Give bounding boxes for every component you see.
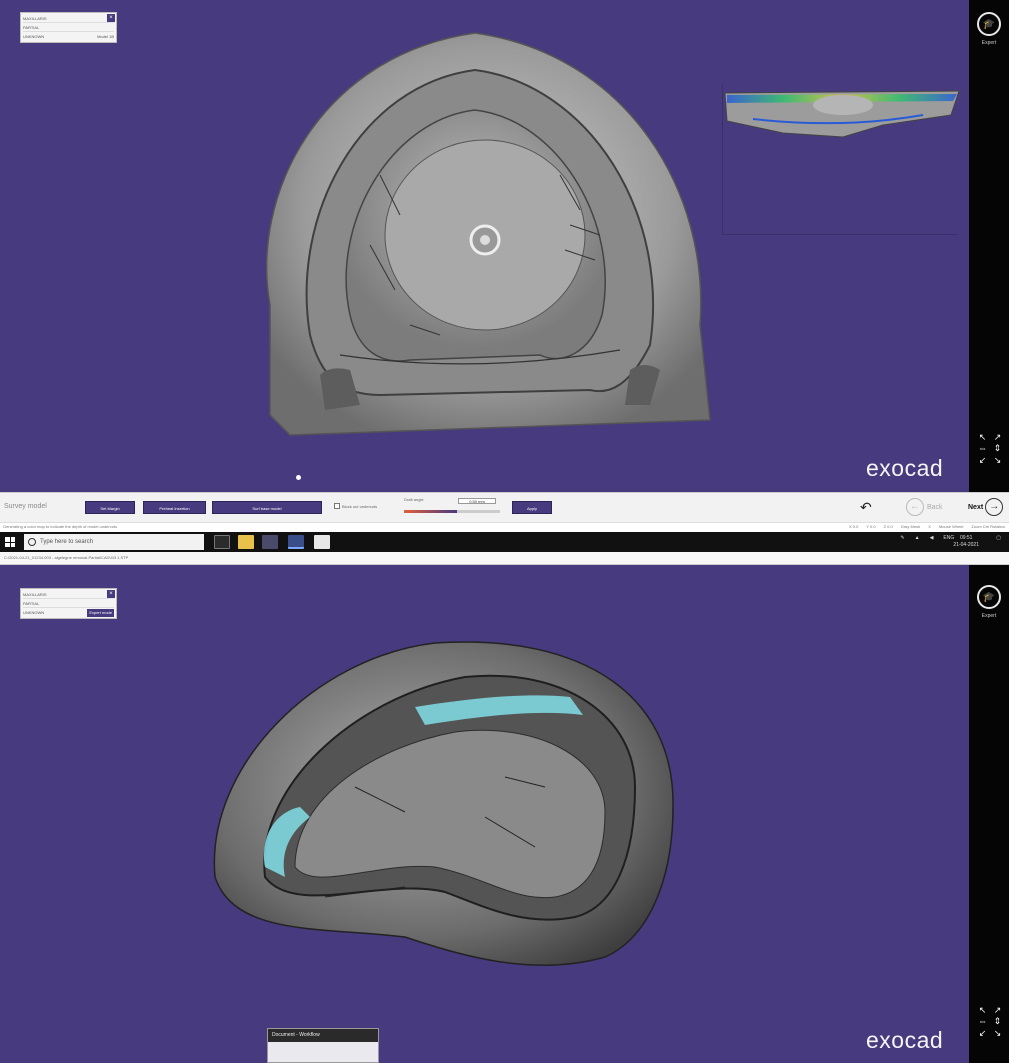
- cursor-dot: [296, 475, 301, 480]
- windows-start-icon[interactable]: [5, 537, 15, 547]
- system-tray: ✎ ▲ ◀ ENG ▢: [900, 535, 1001, 541]
- step-label: Survey model: [4, 503, 47, 510]
- exocad-taskbar-icon[interactable]: [288, 535, 304, 549]
- draft-angle-control[interactable]: Draft angle 0.50 mm: [404, 497, 500, 519]
- back-button[interactable]: ← Back: [906, 498, 943, 516]
- status-indicators: X 0.0 Y 0.0 Z 0.0 Gray Mesh X Mouse Whee…: [849, 524, 1005, 529]
- arrow-right-icon: ⇕: [993, 1016, 1002, 1027]
- info-row-2: PARTIAL: [23, 599, 114, 608]
- draft-angle-value[interactable]: 0.50 mm: [458, 498, 496, 504]
- info-row-3: UNKNOWN Model 1B: [23, 34, 114, 39]
- block-out-undercuts-checkbox[interactable]: Block out undercuts: [334, 503, 377, 509]
- back-arrow-icon: ←: [906, 498, 924, 516]
- network-icon[interactable]: ▲: [915, 535, 920, 541]
- file-explorer-icon[interactable]: [238, 535, 254, 549]
- preheat-insertion-button[interactable]: Preheat insertion: [143, 501, 206, 514]
- info-row-2: PARTIAL: [23, 23, 114, 32]
- arrow-left-icon: ⇔: [978, 1016, 987, 1027]
- apply-button[interactable]: Apply: [512, 501, 552, 514]
- document-icon[interactable]: [314, 535, 330, 549]
- right-rail-top: 🎓 Expert ↖ ↗ ⇔ ⇕ ↙ ↘: [969, 0, 1009, 492]
- checkbox-label: Block out undercuts: [342, 503, 378, 509]
- clock-date: 21-04-2021: [953, 542, 979, 548]
- info-row-1: MAXILLARIS: [23, 14, 114, 23]
- arrow-down-left-icon: ↙: [978, 1027, 987, 1038]
- file-path: C:\2021-04-21_01234-003 - algelegne remo…: [4, 555, 129, 560]
- scan-info-panel-top: × MAXILLARIS PARTIAL UNKNOWN Model 1B: [20, 12, 117, 43]
- draft-angle-slider[interactable]: [404, 510, 500, 513]
- notification-icon[interactable]: ▢: [996, 535, 1001, 541]
- file-path-bar: C:\2021-04-21_01234-003 - algelegne remo…: [0, 552, 1009, 565]
- cortana-icon: [28, 538, 36, 546]
- search-placeholder: Type here to search: [40, 539, 94, 545]
- checkbox-box[interactable]: [334, 503, 340, 509]
- close-icon[interactable]: ×: [107, 590, 115, 598]
- arrow-down-left-icon: ↙: [978, 454, 987, 465]
- status-indicator: Gray Mesh: [900, 524, 921, 529]
- info-row-3: UNKNOWN Expert mode: [23, 609, 114, 617]
- status-indicator: Z 0.0: [883, 524, 893, 529]
- arrow-left-icon: ⇔: [978, 443, 987, 454]
- view-navigation-arrows[interactable]: ↖ ↗ ⇔ ⇕ ↙ ↘: [975, 1005, 1005, 1039]
- surf-base-model-button[interactable]: Surf base model: [212, 501, 322, 514]
- clock-time: 09:51: [959, 535, 973, 541]
- status-message: Generating a color map to indicate the d…: [3, 524, 118, 529]
- view-navigation-arrows[interactable]: ↖ ↗ ⇔ ⇕ ↙ ↘: [975, 432, 1005, 466]
- right-rail-bottom: 🎓 Expert ↖ ↗ ⇔ ⇕ ↙ ↘: [969, 565, 1009, 1063]
- status-indicator: Mouse Wheel: [938, 524, 964, 529]
- viewport-bottom[interactable]: × MAXILLARIS PARTIAL UNKNOWN Expert mode …: [0, 565, 969, 1063]
- undercut-side-view-thumbnail[interactable]: [722, 85, 960, 235]
- windows-taskbar: Type here to search ✎ ▲ ◀ ENG ▢ 09:51 21…: [0, 532, 1009, 552]
- viewport-top[interactable]: × MAXILLARIS PARTIAL UNKNOWN Model 1B ex…: [0, 0, 969, 492]
- exocad-logo: exocad: [866, 455, 944, 481]
- arrow-up-right-icon: ↗: [993, 432, 1002, 442]
- status-indicator: X 0.0: [848, 524, 859, 529]
- arrow-down-right-icon: ↘: [993, 454, 1002, 465]
- arrow-up-left-icon: ↖: [978, 1005, 987, 1015]
- draft-angle-slider-fill: [404, 510, 457, 513]
- workflow-popup[interactable]: Document - Workflow: [267, 1028, 379, 1063]
- popup-title: Document - Workflow: [268, 1029, 378, 1042]
- arrow-up-left-icon: ↖: [978, 432, 987, 442]
- status-bar: Generating a color map to indicate the d…: [0, 522, 1009, 532]
- taskbar-clock[interactable]: 09:51 21-04-2021: [953, 535, 979, 549]
- pen-icon[interactable]: ✎: [900, 535, 904, 541]
- taskbar-search-box[interactable]: Type here to search: [24, 534, 204, 550]
- next-arrow-icon: →: [985, 498, 1004, 516]
- scan-info-panel-bottom: × MAXILLARIS PARTIAL UNKNOWN Expert mode: [20, 588, 117, 619]
- volume-icon[interactable]: ◀: [930, 535, 934, 541]
- undo-icon[interactable]: ↶: [860, 499, 872, 516]
- app-icon-1[interactable]: [262, 535, 278, 549]
- arrow-right-icon: ⇕: [993, 443, 1002, 454]
- expert-wizard-icon[interactable]: 🎓: [977, 585, 1001, 609]
- status-indicator: Zoom Ctrl Rotation: [971, 524, 1005, 529]
- expert-wizard-label: Expert: [981, 613, 997, 619]
- task-view-icon[interactable]: [214, 535, 230, 549]
- side-view-colormap: [724, 90, 960, 138]
- dental-model-occlusal-view[interactable]: [230, 25, 730, 445]
- status-indicator: Y 0.0: [866, 524, 876, 529]
- info-row-1: MAXILLARIS: [23, 590, 114, 599]
- status-indicator: X: [928, 524, 931, 529]
- close-icon[interactable]: ×: [107, 14, 115, 22]
- wizard-toolbar: Survey model Set Margin Preheat insertio…: [0, 492, 1009, 522]
- expert-wizard-icon[interactable]: 🎓: [977, 12, 1001, 36]
- exocad-logo: exocad: [866, 1027, 944, 1053]
- next-label: Next: [968, 503, 984, 511]
- dental-model-tilted-view[interactable]: [205, 637, 685, 977]
- expert-wizard-label: Expert: [981, 40, 997, 46]
- arrow-up-right-icon: ↗: [993, 1005, 1002, 1015]
- arrow-down-right-icon: ↘: [993, 1027, 1002, 1038]
- back-label: Back: [927, 503, 943, 511]
- set-margin-button[interactable]: Set Margin: [85, 501, 135, 514]
- next-button[interactable]: Next →: [968, 498, 1004, 516]
